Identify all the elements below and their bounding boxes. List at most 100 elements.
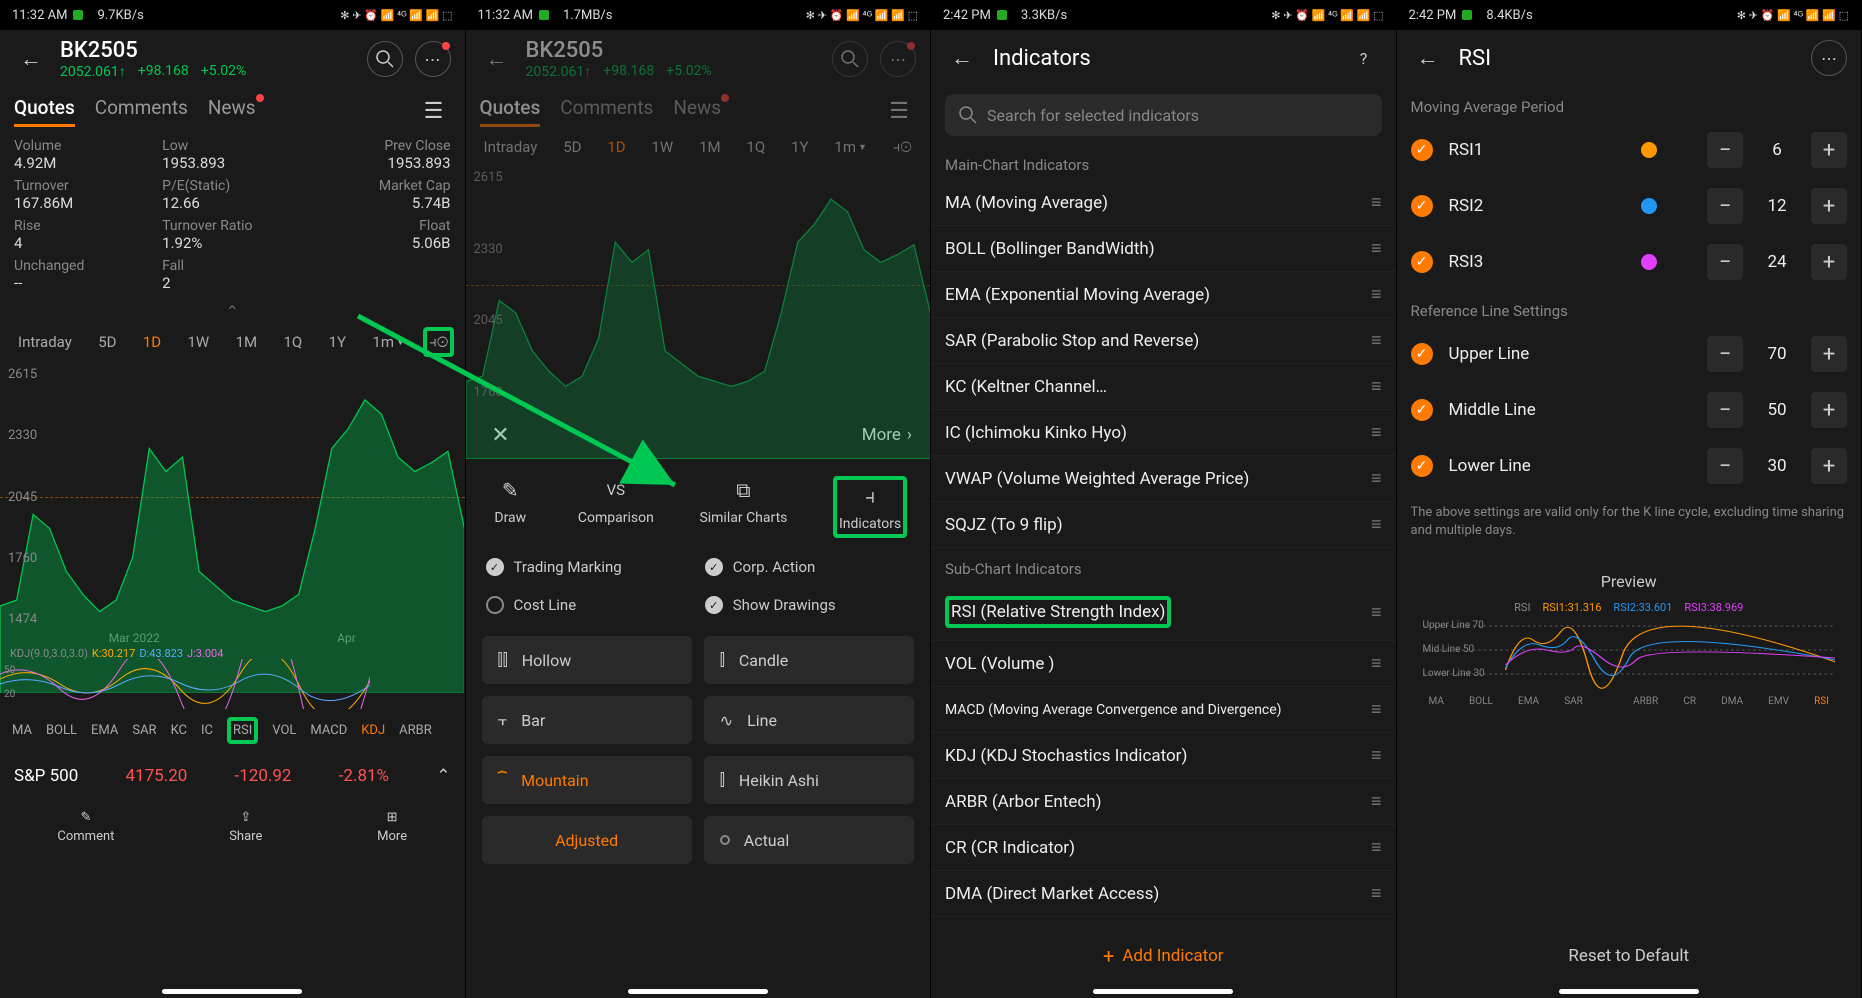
minus-button[interactable]: − [1707, 336, 1743, 372]
strip-boll[interactable]: BOLL [46, 723, 77, 738]
color-swatch[interactable] [1641, 142, 1657, 158]
param-value[interactable]: 50 [1753, 400, 1801, 420]
indicator-row[interactable]: VOL (Volume )≡ [931, 641, 1396, 687]
actual-style[interactable]: Actual [704, 816, 914, 864]
drag-icon[interactable]: ≡ [1371, 468, 1382, 489]
line-style[interactable]: ∿Line [704, 696, 914, 744]
plus-button[interactable]: + [1811, 244, 1847, 280]
preview-ind-tab[interactable]: EMA [1518, 696, 1539, 707]
tf-1min[interactable]: 1m▼ [826, 134, 875, 160]
symbol[interactable]: BK2505 [60, 38, 355, 63]
color-swatch[interactable] [1641, 254, 1657, 270]
tab-comments[interactable]: Comments [95, 96, 188, 127]
bar-style[interactable]: ⫟Bar [482, 696, 692, 744]
tab-quotes[interactable]: Quotes [14, 96, 75, 127]
indicator-row[interactable]: MACD (Moving Average Convergence and Div… [931, 687, 1396, 733]
back-icon[interactable]: ← [480, 42, 514, 76]
param-value[interactable]: 6 [1753, 140, 1801, 160]
settings-icon[interactable]: ⫞⊙ [885, 134, 920, 160]
tf-1min[interactable]: 1m▼ [364, 329, 413, 355]
corp-action-toggle[interactable]: ✓Corp. Action [705, 558, 910, 576]
strip-ema[interactable]: EMA [91, 723, 118, 738]
similar-charts-button[interactable]: ⧉Similar Charts [699, 476, 787, 538]
preview-ind-tab[interactable]: RSI [1814, 696, 1829, 707]
adjusted-style[interactable]: Adjusted [482, 816, 692, 864]
hollow-style[interactable]: ⫿⫿Hollow [482, 636, 692, 684]
drag-icon[interactable]: ≡ [1371, 192, 1382, 213]
indicator-row[interactable]: VWAP (Volume Weighted Average Price)≡ [931, 456, 1396, 502]
indicator-row[interactable]: BOLL (Bollinger BandWidth)≡ [931, 226, 1396, 272]
mountain-style[interactable]: ⏞Mountain [482, 756, 692, 804]
minus-button[interactable]: − [1707, 188, 1743, 224]
strip-vol[interactable]: VOL [272, 723, 296, 738]
drag-icon[interactable]: ≡ [1371, 238, 1382, 259]
indicator-row[interactable]: CR (CR Indicator)≡ [931, 825, 1396, 871]
tab-comments[interactable]: Comments [560, 96, 653, 127]
show-drawings-toggle[interactable]: ✓Show Drawings [705, 596, 910, 614]
strip-ma[interactable]: MA [12, 723, 32, 738]
tf-5d[interactable]: 5D [555, 134, 589, 160]
indicator-row[interactable]: MA (Moving Average)≡ [931, 180, 1396, 226]
preview-ind-tab[interactable]: BOLL [1469, 696, 1493, 707]
drag-icon[interactable]: ≡ [1371, 699, 1382, 720]
drag-icon[interactable]: ≡ [1371, 653, 1382, 674]
enable-toggle[interactable]: ✓ [1411, 251, 1433, 273]
param-value[interactable]: 12 [1753, 196, 1801, 216]
cost-line-toggle[interactable]: Cost Line [486, 596, 691, 614]
home-indicator[interactable] [1559, 989, 1699, 994]
tf-1m[interactable]: 1M [691, 134, 729, 160]
enable-toggle[interactable]: ✓ [1411, 455, 1433, 477]
preview-ind-tab[interactable]: DMA [1721, 696, 1743, 707]
enable-toggle[interactable]: ✓ [1411, 399, 1433, 421]
indicator-row[interactable]: RSI (Relative Strength Index)≡ [931, 584, 1396, 641]
tab-news[interactable]: News [673, 96, 721, 127]
help-icon[interactable]: ? [1346, 40, 1382, 76]
preview-ind-tab[interactable]: CR [1683, 696, 1696, 707]
plus-button[interactable]: + [1811, 392, 1847, 428]
strip-macd[interactable]: MACD [310, 723, 347, 738]
indicators-button[interactable]: ⫞Indicators [833, 476, 907, 538]
price-chart[interactable]: 2615 2330 2045 1760 1474 [0, 367, 465, 627]
indicator-row[interactable]: ARBR (Arbor Entech)≡ [931, 779, 1396, 825]
search-icon[interactable] [832, 41, 868, 77]
tf-1m[interactable]: 1M [228, 329, 266, 355]
preview-ind-tab[interactable]: EMV [1768, 696, 1789, 707]
drag-icon[interactable]: ≡ [1371, 376, 1382, 397]
more-icon[interactable]: ⋯ [1811, 40, 1847, 76]
drag-icon[interactable]: ≡ [1371, 837, 1382, 858]
sp500-row[interactable]: S&P 500 4175.20 -120.92 -2.81% ⌃ [0, 752, 465, 800]
reset-button[interactable]: Reset to Default [1397, 932, 1862, 980]
plus-button[interactable]: + [1811, 188, 1847, 224]
enable-toggle[interactable]: ✓ [1411, 139, 1433, 161]
indicator-row[interactable]: KDJ (KDJ Stochastics Indicator)≡ [931, 733, 1396, 779]
tf-1d[interactable]: 1D [599, 134, 633, 160]
menu-icon[interactable]: ☰ [417, 94, 451, 128]
more-button[interactable]: ⊞More [377, 810, 407, 844]
trading-marking-toggle[interactable]: ✓Trading Marking [486, 558, 691, 576]
minus-button[interactable]: − [1707, 448, 1743, 484]
plus-button[interactable]: + [1811, 336, 1847, 372]
tf-1q[interactable]: 1Q [275, 329, 310, 355]
back-icon[interactable]: ← [14, 42, 48, 76]
drag-icon[interactable]: ≡ [1371, 422, 1382, 443]
home-indicator[interactable] [628, 989, 768, 994]
drag-icon[interactable]: ≡ [1371, 883, 1382, 904]
candle-style[interactable]: ⫿Candle [704, 636, 914, 684]
tf-intraday[interactable]: Intraday [476, 134, 546, 160]
minus-button[interactable]: − [1707, 392, 1743, 428]
drag-icon[interactable]: ≡ [1371, 514, 1382, 535]
home-indicator[interactable] [162, 989, 302, 994]
minus-button[interactable]: − [1707, 132, 1743, 168]
drag-icon[interactable]: ≡ [1371, 284, 1382, 305]
strip-rsi[interactable]: RSI [227, 717, 258, 744]
share-button[interactable]: ⇪Share [229, 810, 262, 844]
drag-icon[interactable]: ≡ [1371, 330, 1382, 351]
heikin-style[interactable]: ⫿Heikin Ashi [704, 756, 914, 804]
indicator-row[interactable]: IC (Ichimoku Kinko Hyo)≡ [931, 410, 1396, 456]
preview-ind-tab[interactable]: SAR [1564, 696, 1583, 707]
enable-toggle[interactable]: ✓ [1411, 343, 1433, 365]
tab-quotes[interactable]: Quotes [480, 96, 541, 127]
strip-kc[interactable]: KC [171, 723, 187, 738]
tf-5d[interactable]: 5D [90, 329, 124, 355]
tab-news[interactable]: News [208, 96, 256, 127]
